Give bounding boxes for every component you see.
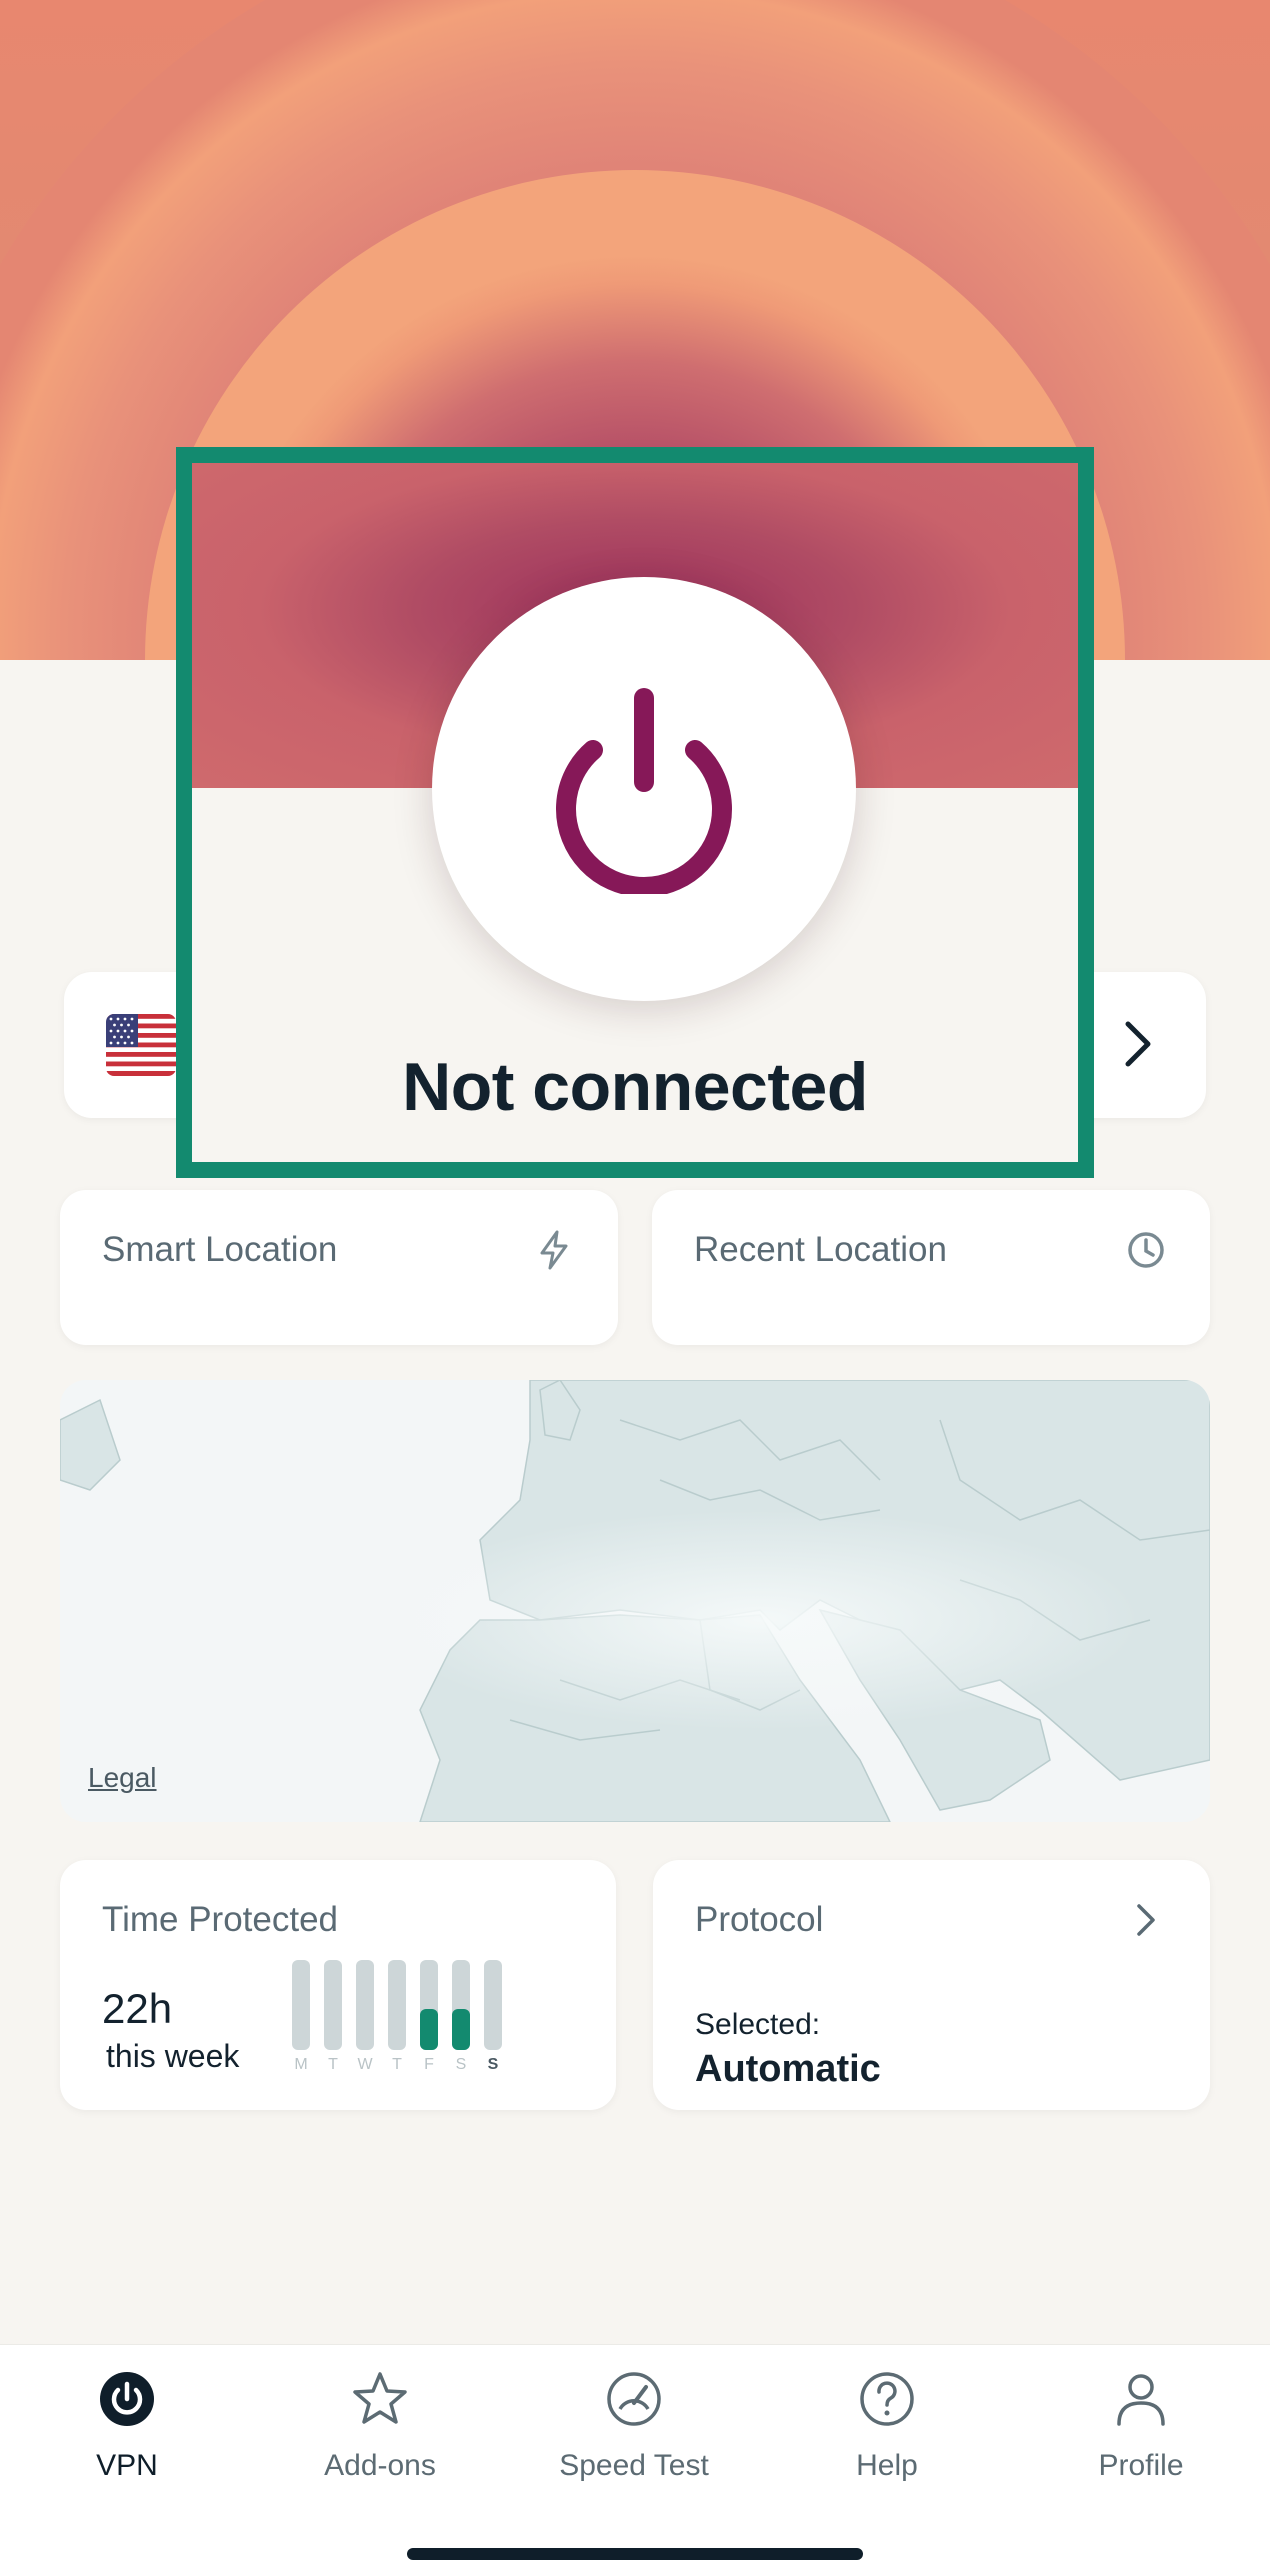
us-flag-icon (106, 1014, 176, 1076)
day-bar-track (420, 1960, 438, 2050)
protocol-selected-label: Selected: (695, 2008, 821, 2041)
day-bar-track (324, 1960, 342, 2050)
bottom-navigation: VPN Add-ons Speed Test Help Profile (0, 2344, 1270, 2560)
world-map (60, 1380, 1210, 1822)
day-bar-track (388, 1960, 406, 2050)
time-protected-caption: this week (106, 2038, 240, 2074)
nav-profile-label: Profile (1098, 2449, 1184, 2482)
nav-speed-test[interactable]: Speed Test (534, 2369, 734, 2519)
day-bar-fill (420, 2009, 438, 2050)
speedometer-icon (607, 2372, 661, 2426)
smart-location-card[interactable]: Smart Location (60, 1190, 618, 1345)
smart-location-label: Smart Location (102, 1230, 338, 1269)
power-icon (100, 2372, 154, 2426)
chevron-right-icon[interactable] (1118, 1016, 1158, 1072)
day-label: W (357, 2056, 373, 2073)
nav-profile[interactable]: Profile (1041, 2369, 1241, 2519)
legal-link[interactable]: Legal (88, 1762, 157, 1794)
power-icon (556, 688, 732, 894)
nav-speed-test-label: Speed Test (559, 2449, 709, 2482)
connect-power-button[interactable] (432, 577, 856, 1001)
day-bar-fill (452, 2009, 470, 2050)
time-protected-value: 22h (102, 1985, 173, 2032)
connect-highlight-box: Not connected (176, 447, 1094, 1178)
day-label: S (487, 2056, 499, 2073)
protocol-value: Automatic (695, 2048, 881, 2090)
day-label: T (328, 2056, 338, 2073)
vpn-home-screen: Not connected Smart Location Recent Loca… (0, 0, 1270, 2560)
day-bar-track (452, 1960, 470, 2050)
chevron-right-icon (1124, 1898, 1168, 1942)
day-label: T (392, 2056, 402, 2073)
nav-help-label: Help (856, 2449, 918, 2482)
day-bar-track (292, 1960, 310, 2050)
home-indicator (407, 2548, 863, 2560)
star-icon (353, 2372, 407, 2424)
nav-help[interactable]: Help (787, 2369, 987, 2519)
protocol-card[interactable]: Protocol Selected: Automatic (653, 1860, 1210, 2110)
nav-vpn[interactable]: VPN (27, 2369, 227, 2519)
protocol-title: Protocol (695, 1900, 824, 1939)
day-bar-track (356, 1960, 374, 2050)
nav-add-ons[interactable]: Add-ons (280, 2369, 480, 2519)
recent-location-label: Recent Location (694, 1230, 947, 1269)
connection-status-text: Not connected (402, 1049, 868, 1125)
nav-vpn-label: VPN (96, 2449, 158, 2482)
help-icon (860, 2372, 914, 2426)
day-label: F (424, 2056, 434, 2073)
weekly-usage-bars: MTWTFSS (292, 1960, 522, 2073)
day-label: S (455, 2056, 467, 2073)
day-bar-track (484, 1960, 502, 2050)
recent-location-card[interactable]: Recent Location (652, 1190, 1210, 1345)
profile-icon (1117, 2374, 1165, 2426)
time-protected-title: Time Protected (102, 1900, 339, 1939)
time-protected-card[interactable]: Time Protected 22h this week M T W T F S S (60, 1860, 616, 2110)
map-card[interactable]: Legal (60, 1380, 1210, 1822)
day-label: M (294, 2056, 308, 2073)
nav-add-ons-label: Add-ons (324, 2449, 436, 2482)
lightning-icon (532, 1228, 576, 1272)
clock-icon (1124, 1228, 1168, 1272)
